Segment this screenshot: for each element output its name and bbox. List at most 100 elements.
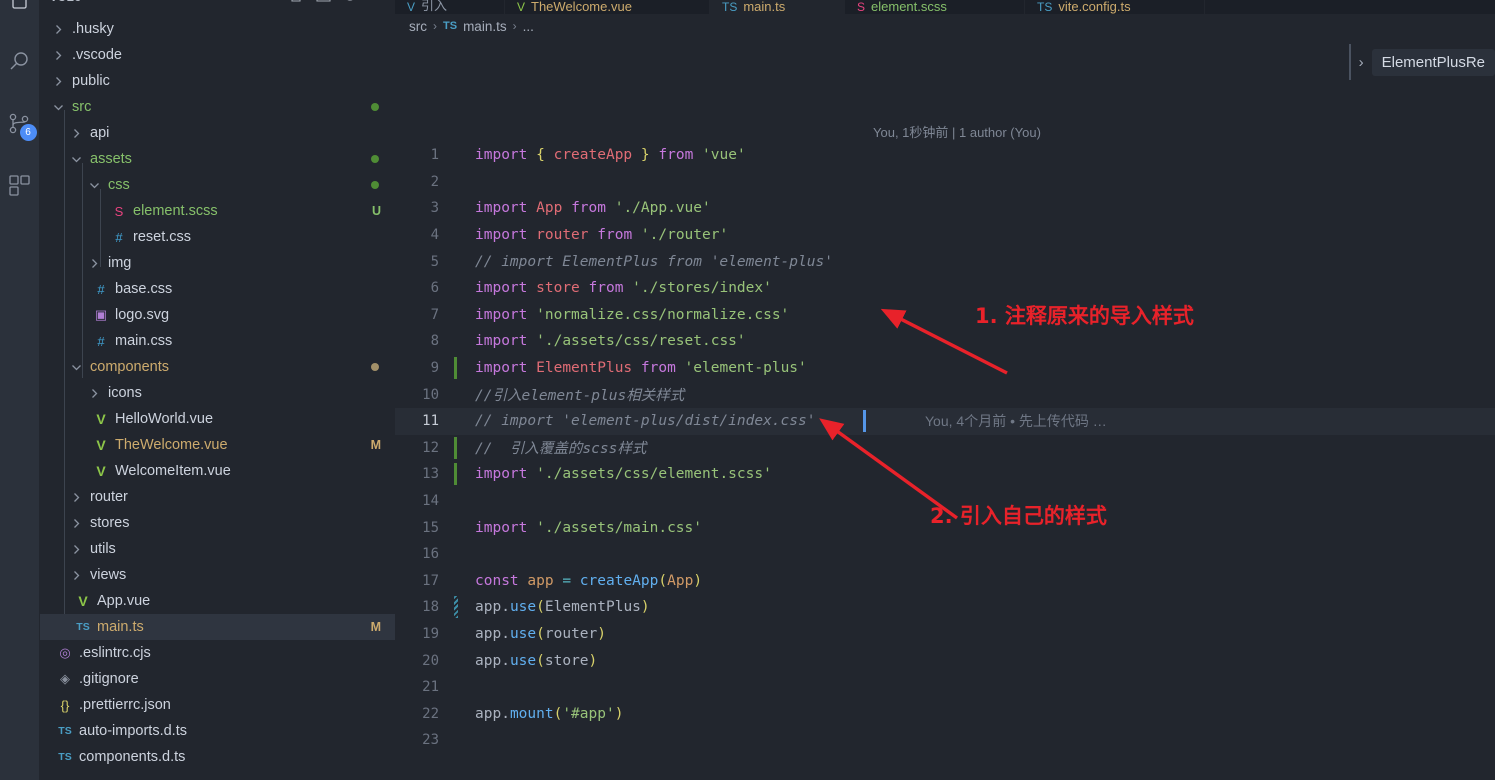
chevron-right-icon[interactable] bbox=[68, 489, 84, 505]
tree-item--eslintrc-cjs[interactable]: ◎ .eslintrc.cjs bbox=[40, 640, 395, 666]
code-line-9[interactable]: 9 import ElementPlus from 'element-plus' bbox=[395, 355, 1495, 382]
chevron-right-icon[interactable] bbox=[68, 125, 84, 141]
code-line-3[interactable]: 3 import App from './App.vue' bbox=[395, 195, 1495, 222]
refresh-icon[interactable] bbox=[343, 0, 358, 8]
tree-item-logo-svg[interactable]: ▣ logo.svg bbox=[40, 302, 395, 328]
code-line-11[interactable]: 11 // import 'element-plus/dist/index.css… bbox=[395, 407, 1495, 435]
tree-item-css[interactable]: css bbox=[40, 172, 395, 198]
activity-item-search[interactable] bbox=[0, 38, 40, 86]
chevron-right-icon[interactable] bbox=[68, 567, 84, 583]
chevron-right-icon[interactable] bbox=[86, 385, 102, 401]
chevron-right-icon[interactable] bbox=[86, 255, 102, 271]
code-line-17[interactable]: 17 const app = createApp(App) bbox=[395, 568, 1495, 595]
breadcrumb: src › TS main.ts › ... bbox=[395, 14, 1495, 38]
code-line-7[interactable]: 7 import 'normalize.css/normalize.css' bbox=[395, 302, 1495, 329]
code-line-2[interactable]: 2 bbox=[395, 169, 1495, 196]
chevron-right-icon: › bbox=[433, 19, 437, 33]
chevron-down-icon[interactable] bbox=[68, 151, 84, 167]
new-file-icon[interactable] bbox=[289, 0, 304, 8]
chevron-right-icon[interactable] bbox=[50, 21, 66, 37]
tree-item-reset-css[interactable]: # reset.css bbox=[40, 224, 395, 250]
tree-item-icons[interactable]: icons bbox=[40, 380, 395, 406]
activity-item-source-control[interactable]: 6 bbox=[0, 100, 40, 148]
tree-item-views[interactable]: views bbox=[40, 562, 395, 588]
tree-item-label: .eslintrc.cjs bbox=[79, 645, 151, 661]
tree-item-label: main.css bbox=[115, 333, 173, 349]
code-line-16[interactable]: 16 bbox=[395, 541, 1495, 568]
editor-tab-element-scss[interactable]: Selement.scss bbox=[845, 0, 1025, 14]
gutter-added-marker bbox=[454, 356, 457, 379]
chevron-down-icon[interactable] bbox=[68, 359, 84, 375]
activity-item-extensions[interactable] bbox=[0, 162, 40, 210]
chevron-right-icon[interactable] bbox=[50, 47, 66, 63]
tree-item-label: auto-imports.d.ts bbox=[79, 723, 187, 739]
tree-item-assets[interactable]: assets bbox=[40, 146, 395, 172]
chevron-right-icon[interactable] bbox=[68, 541, 84, 557]
vue-icon: V bbox=[407, 0, 416, 14]
code-line-13[interactable]: 13 import './assets/css/element.scss' bbox=[395, 461, 1495, 488]
tree-item-api[interactable]: api bbox=[40, 120, 395, 146]
tree-item--gitignore[interactable]: ◈ .gitignore bbox=[40, 666, 395, 692]
code-editor[interactable]: You, 1秒钟前 | 1 author (You) 1 import { cre… bbox=[395, 38, 1495, 780]
code-line-1[interactable]: 1 import { createApp } from 'vue' bbox=[395, 142, 1495, 169]
tree-item-utils[interactable]: utils bbox=[40, 536, 395, 562]
breadcrumb-file[interactable]: main.ts bbox=[463, 19, 507, 34]
chevron-down-icon[interactable] bbox=[50, 99, 66, 115]
ts-icon: TS bbox=[76, 621, 90, 633]
code-line-18[interactable]: 18 app.use(ElementPlus) bbox=[395, 594, 1495, 621]
peek-widget[interactable]: › ElementPlusRe bbox=[1348, 44, 1495, 80]
explorer-title: VUE3 bbox=[50, 0, 82, 4]
chevron-right-icon[interactable] bbox=[50, 73, 66, 89]
editor-tab-vite-config-ts[interactable]: TS vite.config.ts bbox=[1025, 0, 1205, 14]
sass-icon: S bbox=[114, 203, 124, 219]
code-line-22[interactable]: 22 app.mount('#app') bbox=[395, 700, 1495, 727]
code-text: import store from './stores/index' bbox=[475, 280, 772, 297]
tree-item-main-css[interactable]: # main.css bbox=[40, 328, 395, 354]
code-line-10[interactable]: 10 //引入element-plus相关样式 bbox=[395, 381, 1495, 408]
tree-item-components[interactable]: components bbox=[40, 354, 395, 380]
editor-tab-main-ts[interactable]: TS main.ts bbox=[710, 0, 845, 14]
editor-tab-thewelcome-vue[interactable]: V TheWelcome.vue bbox=[505, 0, 710, 14]
code-line-23[interactable]: 23 bbox=[395, 727, 1495, 754]
git-status-badge: U bbox=[371, 204, 381, 218]
chevron-right-icon[interactable]: › bbox=[1359, 54, 1364, 71]
code-line-8[interactable]: 8 import './assets/css/reset.css' bbox=[395, 328, 1495, 355]
code-line-20[interactable]: 20 app.use(store) bbox=[395, 647, 1495, 674]
tree-item--vscode[interactable]: .vscode bbox=[40, 42, 395, 68]
tree-item-router[interactable]: router bbox=[40, 484, 395, 510]
activity-item-explorer[interactable] bbox=[0, 0, 40, 14]
tree-item-auto-imports-d-ts[interactable]: TS auto-imports.d.ts bbox=[40, 718, 395, 744]
tree-item-components-d-ts[interactable]: TS components.d.ts bbox=[40, 744, 395, 770]
collapse-all-icon[interactable] bbox=[370, 0, 385, 8]
code-text: import './assets/css/reset.css' bbox=[475, 333, 746, 350]
code-line-6[interactable]: 6 import store from './stores/index' bbox=[395, 275, 1495, 302]
json-icon: {} bbox=[60, 697, 70, 713]
code-line-21[interactable]: 21 bbox=[395, 674, 1495, 701]
tree-item-helloworld-vue[interactable]: V HelloWorld.vue bbox=[40, 406, 395, 432]
tree-item-welcomeitem-vue[interactable]: V WelcomeItem.vue bbox=[40, 458, 395, 484]
chevron-down-icon[interactable] bbox=[86, 177, 102, 193]
file-tree: .husky .vscode public src api assets css Seleme… bbox=[40, 8, 395, 770]
chevron-right-icon[interactable] bbox=[68, 515, 84, 531]
tree-item-app-vue[interactable]: V App.vue bbox=[40, 588, 395, 614]
tree-item-thewelcome-vue[interactable]: V TheWelcome.vue M bbox=[40, 432, 395, 458]
tree-item-img[interactable]: img bbox=[40, 250, 395, 276]
text-cursor bbox=[863, 409, 866, 432]
tree-item-public[interactable]: public bbox=[40, 68, 395, 94]
tree-item-main-ts[interactable]: TS main.ts M bbox=[40, 614, 395, 640]
tree-item--prettierrc-json[interactable]: {} .prettierrc.json bbox=[40, 692, 395, 718]
tree-item-stores[interactable]: stores bbox=[40, 510, 395, 536]
breadcrumb-more[interactable]: ... bbox=[523, 19, 534, 34]
code-line-4[interactable]: 4 import router from './router' bbox=[395, 222, 1495, 249]
code-line-12[interactable]: 12 // 引入覆盖的scss样式 bbox=[395, 435, 1495, 462]
tree-item-base-css[interactable]: # base.css bbox=[40, 276, 395, 302]
code-line-5[interactable]: 5 // import ElementPlus from 'element-plu… bbox=[395, 248, 1495, 275]
tree-item-element-scss[interactable]: Selement.scss U bbox=[40, 198, 395, 224]
tree-item-src[interactable]: src bbox=[40, 94, 395, 120]
new-folder-icon[interactable] bbox=[316, 0, 331, 8]
editor-tab--[interactable]: V 引入 bbox=[395, 0, 505, 14]
code-text: // import ElementPlus from 'element-plus… bbox=[475, 253, 833, 270]
tree-item--husky[interactable]: .husky bbox=[40, 16, 395, 42]
code-line-19[interactable]: 19 app.use(router) bbox=[395, 621, 1495, 648]
breadcrumb-root[interactable]: src bbox=[409, 19, 427, 34]
